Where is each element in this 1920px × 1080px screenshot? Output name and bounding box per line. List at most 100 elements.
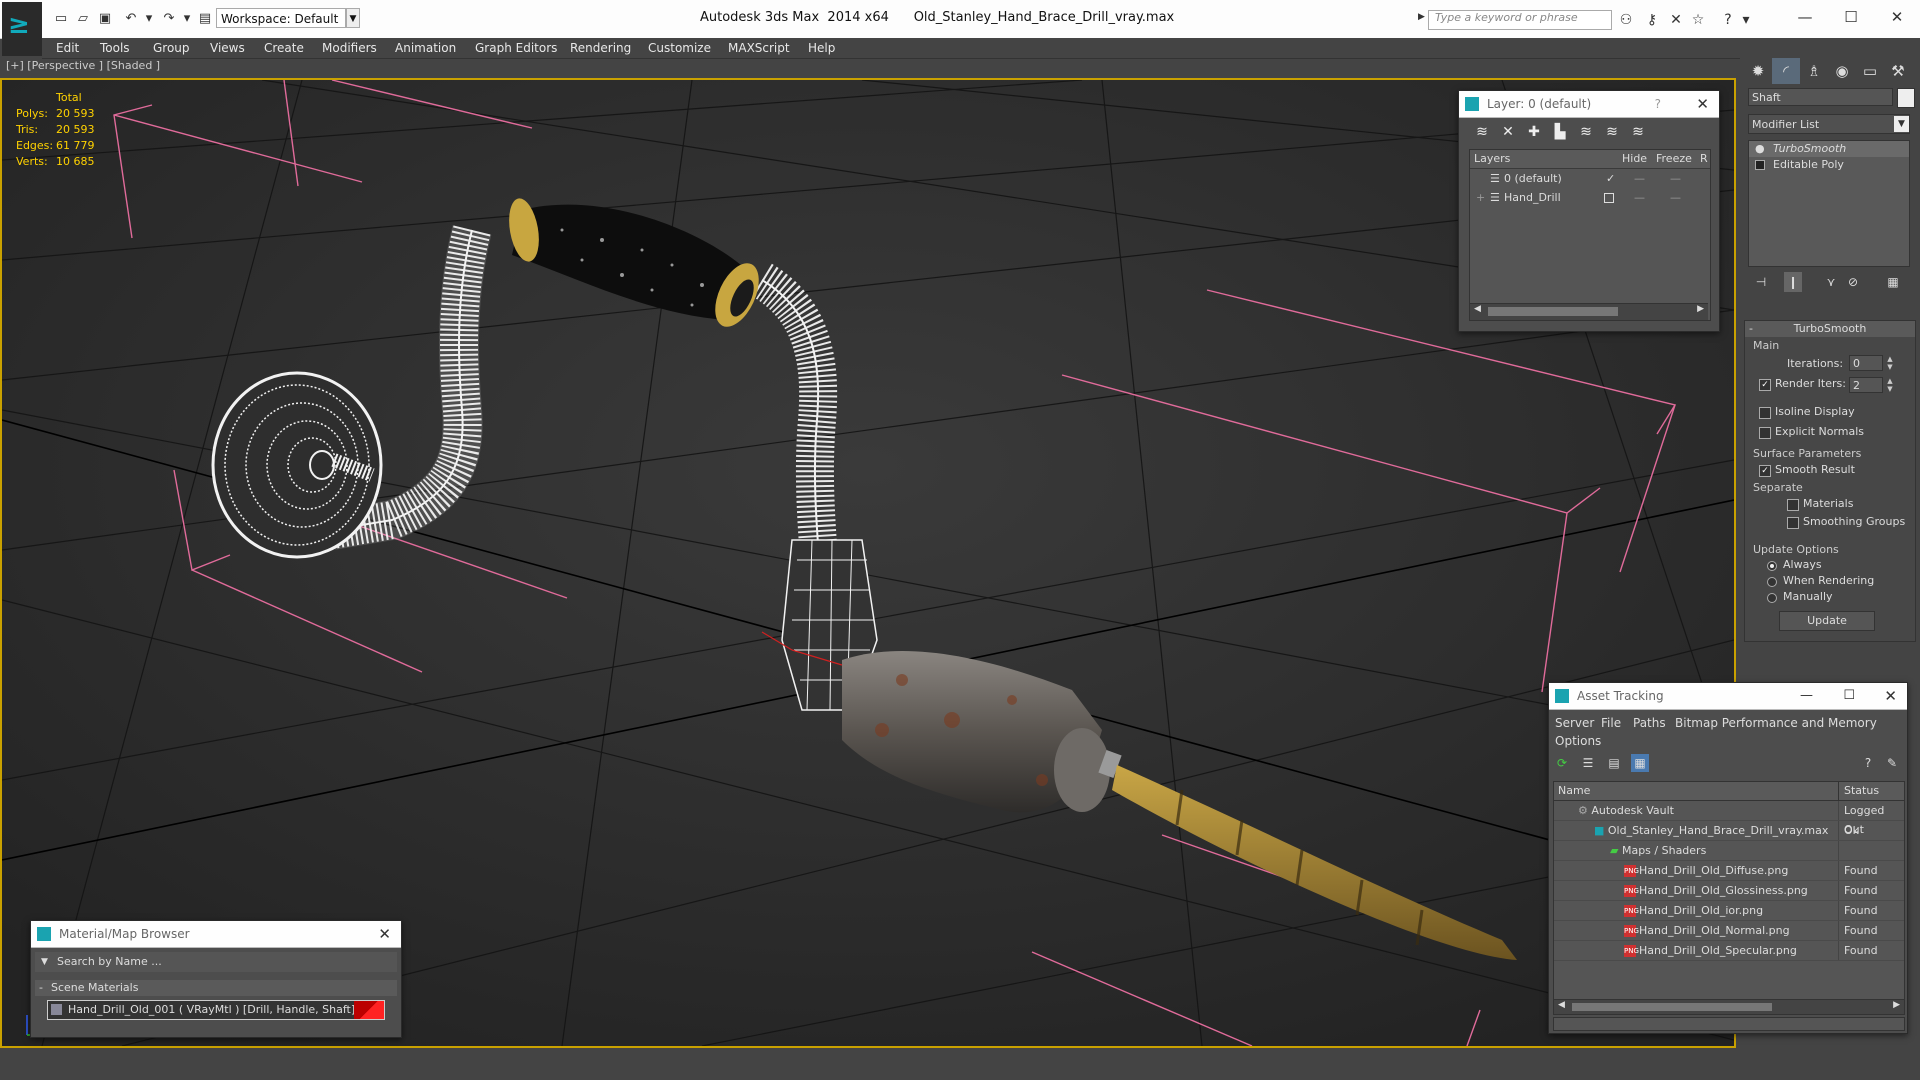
scene-materials-group[interactable]: - Scene Materials xyxy=(35,980,397,996)
chevron-right-icon[interactable]: ▶ xyxy=(1418,12,1425,22)
lightbulb-icon[interactable]: ● xyxy=(1755,141,1765,157)
materials-checkbox[interactable] xyxy=(1787,499,1799,511)
isoline-display-checkbox[interactable] xyxy=(1759,407,1771,419)
chevron-down-icon[interactable]: ▼ xyxy=(1894,116,1909,132)
pin-stack-icon[interactable]: ⊣ xyxy=(1752,272,1770,292)
smoothing-groups-checkbox[interactable] xyxy=(1787,517,1799,529)
rollout-title[interactable]: - TurboSmooth xyxy=(1745,321,1915,337)
scroll-thumb[interactable] xyxy=(1488,307,1618,316)
current-layer-checkmark[interactable]: ✓ xyxy=(1606,169,1615,188)
create-layer-icon[interactable]: ≋ xyxy=(1473,124,1491,140)
viewport-label[interactable]: [+] [Perspective ] [Shaded ] xyxy=(6,59,160,72)
update-always-radio[interactable] xyxy=(1767,561,1777,571)
table-row[interactable]: PNGHand_Drill_Old_ior.png Found xyxy=(1554,901,1904,921)
minimize-button[interactable]: — xyxy=(1782,4,1828,30)
maximize-icon[interactable]: ☐ xyxy=(1843,683,1855,709)
list-view-icon[interactable]: ☰ xyxy=(1579,754,1597,772)
column-freeze[interactable]: Freeze xyxy=(1656,150,1692,168)
freeze-toggle[interactable]: — xyxy=(1670,169,1681,188)
menu-graph-editors[interactable]: Graph Editors xyxy=(475,38,557,58)
layer-name[interactable]: Hand_Drill xyxy=(1504,188,1561,207)
chevron-down-icon[interactable]: ▼ xyxy=(346,8,360,28)
column-name[interactable]: Name xyxy=(1558,782,1590,800)
create-tab-icon[interactable]: ✹ xyxy=(1744,58,1772,84)
expand-box-icon[interactable] xyxy=(1755,160,1765,170)
column-status[interactable]: Status xyxy=(1844,782,1879,800)
asset-menu-paths[interactable]: Paths xyxy=(1633,716,1666,730)
help-icon[interactable]: ? xyxy=(1655,91,1661,117)
help-icon[interactable]: ? xyxy=(1859,754,1877,772)
app-logo-menu[interactable]: ≥ xyxy=(2,2,42,56)
communication-icon[interactable]: ✕ xyxy=(1666,10,1686,30)
render-iters-spinner[interactable]: 2 xyxy=(1849,377,1883,393)
modify-tab-icon[interactable]: ◜ xyxy=(1772,58,1800,84)
material-search-input[interactable]: ▼ Search by Name ... xyxy=(35,952,397,972)
chevron-right-icon[interactable]: ▶ xyxy=(1893,1000,1900,1010)
menu-animation[interactable]: Animation xyxy=(395,38,456,58)
table-row[interactable]: PNGHand_Drill_Old_Normal.png Found xyxy=(1554,921,1904,941)
hide-toggle[interactable]: — xyxy=(1634,169,1645,188)
horizontal-scrollbar[interactable]: ◀ ▶ xyxy=(1470,303,1708,320)
table-row[interactable]: ▰ Maps / Shaders xyxy=(1554,841,1904,861)
chevron-down-icon[interactable]: ▼ xyxy=(41,952,48,972)
menu-tools[interactable]: Tools xyxy=(100,38,130,58)
table-row[interactable]: PNGHand_Drill_Old_Specular.png Found xyxy=(1554,941,1904,961)
explicit-normals-checkbox[interactable] xyxy=(1759,427,1771,439)
menu-create[interactable]: Create xyxy=(264,38,304,58)
open-file-icon[interactable]: ▱ xyxy=(74,10,92,28)
close-icon[interactable]: ✕ xyxy=(1884,683,1897,709)
stack-item-editable-poly[interactable]: Editable Poly xyxy=(1749,157,1909,173)
object-color-swatch[interactable] xyxy=(1897,88,1915,108)
table-row[interactable]: ⚙ Autodesk Vault Logged Out xyxy=(1554,801,1904,836)
hide-all-layers-icon[interactable]: ≋ xyxy=(1603,124,1621,140)
hide-toggle[interactable]: — xyxy=(1634,188,1645,207)
delete-layer-icon[interactable]: ✕ xyxy=(1499,124,1517,140)
freeze-toggle[interactable]: — xyxy=(1670,188,1681,207)
asset-menu-file[interactable]: File xyxy=(1601,716,1621,730)
layer-row[interactable]: ☰ 0 (default) ✓ — — xyxy=(1470,169,1710,188)
undo-dropdown-icon[interactable]: ▾ xyxy=(140,10,158,28)
redo-icon[interactable]: ↷ xyxy=(160,10,178,28)
table-row[interactable]: PNGHand_Drill_Old_Glossiness.png Found xyxy=(1554,881,1904,901)
options-icon[interactable]: ✎ xyxy=(1883,754,1901,772)
maximize-button[interactable]: ☐ xyxy=(1828,4,1874,30)
menu-edit[interactable]: Edit xyxy=(56,38,79,58)
layer-name[interactable]: 0 (default) xyxy=(1504,169,1562,188)
expand-icon[interactable]: + xyxy=(1476,188,1485,207)
asset-menu-server[interactable]: Server xyxy=(1555,716,1594,730)
column-render[interactable]: R xyxy=(1700,150,1708,168)
menu-views[interactable]: Views xyxy=(210,38,245,58)
table-row[interactable]: ■ Old_Stanley_Hand_Brace_Drill_vray.max … xyxy=(1554,821,1904,841)
make-unique-icon[interactable]: ⋎ xyxy=(1822,272,1840,292)
layer-panel-titlebar[interactable]: Layer: 0 (default) ? ✕ xyxy=(1459,91,1719,118)
material-item[interactable]: Hand_Drill_Old_001 ( VRayMtl ) [Drill, H… xyxy=(47,1000,385,1020)
search-input[interactable]: Type a keyword or phrase xyxy=(1428,10,1612,30)
asset-menu-options[interactable]: Options xyxy=(1555,734,1601,748)
render-iters-checkbox[interactable]: ✓ xyxy=(1759,379,1771,391)
close-icon[interactable]: ✕ xyxy=(1696,91,1709,117)
configure-modifier-sets-icon[interactable]: ▦ xyxy=(1884,272,1902,292)
select-objects-icon[interactable]: ▙ xyxy=(1551,124,1569,140)
material-browser-titlebar[interactable]: Material/Map Browser ✕ xyxy=(31,921,401,948)
object-name-field[interactable]: Shaft xyxy=(1748,88,1893,106)
key-icon[interactable]: ⚷ xyxy=(1642,10,1662,30)
stack-item-turbosmooth[interactable]: ● TurboSmooth xyxy=(1749,141,1909,157)
workspace-select[interactable]: Workspace: Default xyxy=(216,8,346,28)
menu-customize[interactable]: Customize xyxy=(648,38,711,58)
collapse-icon[interactable]: - xyxy=(1749,321,1753,337)
binoculars-icon[interactable]: ⚇ xyxy=(1616,10,1636,30)
freeze-all-layers-icon[interactable]: ≋ xyxy=(1629,124,1647,140)
current-layer-box[interactable] xyxy=(1604,193,1614,203)
menu-group[interactable]: Group xyxy=(153,38,190,58)
chevron-right-icon[interactable]: ▶ xyxy=(1697,304,1704,314)
project-folder-icon[interactable]: ▤ xyxy=(196,10,214,28)
chevron-left-icon[interactable]: ◀ xyxy=(1558,1000,1565,1010)
chevron-left-icon[interactable]: ◀ xyxy=(1474,304,1481,314)
spinner-arrows-icon[interactable]: ▲ ▼ xyxy=(1885,355,1895,371)
menu-maxscript[interactable]: MAXScript xyxy=(728,38,790,58)
highlight-layer-icon[interactable]: ≋ xyxy=(1577,124,1595,140)
layer-row[interactable]: + ☰ Hand_Drill — — xyxy=(1470,188,1710,207)
iterations-spinner[interactable]: 0 xyxy=(1849,355,1883,371)
modifier-list-dropdown[interactable]: Modifier List xyxy=(1748,114,1910,134)
help-icon[interactable]: ? xyxy=(1718,10,1738,30)
